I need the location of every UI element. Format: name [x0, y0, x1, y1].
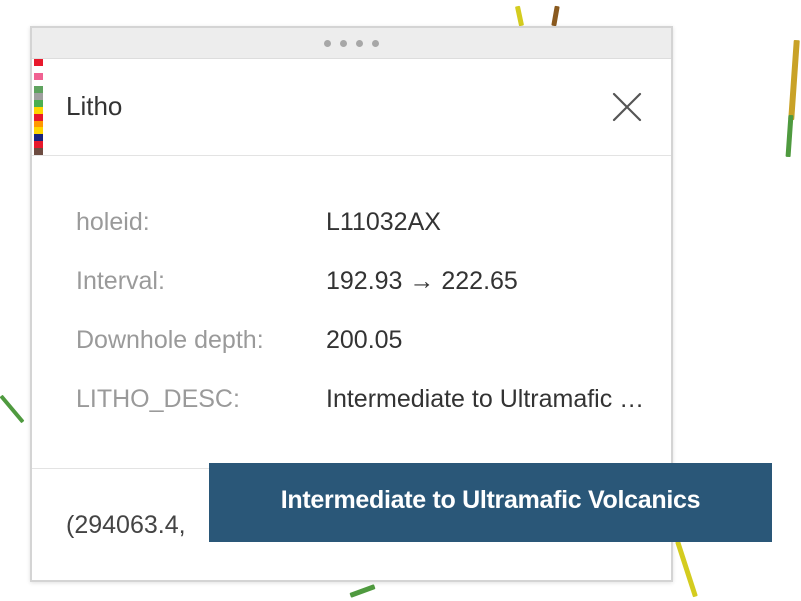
legend-color-segment — [34, 127, 43, 135]
attribute-key: LITHO_DESC: — [76, 385, 240, 413]
legend-color-segment — [34, 59, 43, 66]
drillhole-trace[interactable] — [0, 394, 25, 424]
legend-color-segment — [34, 120, 43, 128]
drillhole-trace[interactable] — [551, 5, 560, 27]
legend-color-segment — [34, 86, 43, 94]
legend-color-segment — [34, 100, 43, 107]
map-viewport[interactable]: Litho holeid: L11032AX Interval: 192.93 … — [0, 0, 801, 601]
drillhole-trace[interactable] — [788, 39, 800, 121]
attribute-list: holeid: L11032AX Interval: 192.93 → 222.… — [76, 206, 666, 442]
close-icon — [612, 92, 642, 122]
attribute-value: L11032AX — [326, 208, 441, 236]
attribute-row: Interval: 192.93 → 222.65 — [76, 265, 666, 324]
drag-handle[interactable] — [32, 28, 671, 59]
attribute-key: Downhole depth: — [76, 326, 264, 354]
legend-color-segment — [34, 79, 43, 87]
drillhole-trace[interactable] — [675, 540, 698, 598]
drag-dots-icon — [324, 39, 379, 47]
legend-color-segment — [34, 72, 43, 80]
popup-header: Litho — [32, 59, 671, 156]
attribute-row[interactable]: LITHO_DESC: Intermediate to Ultramafic V… — [76, 383, 666, 442]
drillhole-trace[interactable] — [514, 5, 525, 27]
legend-color-segment — [34, 106, 43, 114]
attribute-value: 192.93 → 222.65 — [326, 267, 518, 295]
legend-color-segment — [34, 65, 43, 73]
attribute-row: Downhole depth: 200.05 — [76, 324, 666, 383]
litho-legend-swatch — [34, 59, 43, 155]
attribute-value: 200.05 — [326, 326, 403, 354]
drillhole-trace[interactable] — [785, 114, 794, 158]
value-tooltip: Intermediate to Ultramafic Volcanics — [209, 463, 772, 542]
legend-color-segment — [34, 141, 43, 148]
close-button[interactable] — [611, 91, 643, 123]
legend-color-segment — [34, 147, 43, 155]
attribute-row: holeid: L11032AX — [76, 206, 666, 265]
attribute-key: Interval: — [76, 267, 165, 295]
attribute-key: holeid: — [76, 208, 150, 236]
legend-color-segment — [34, 93, 43, 101]
drillhole-trace[interactable] — [349, 584, 376, 598]
legend-color-segment — [34, 134, 43, 142]
attribute-value-litho-desc[interactable]: Intermediate to Ultramafic Volcanics — [326, 383, 646, 415]
popup-title: Litho — [66, 91, 123, 121]
coordinates-readout: (294063.4, — [66, 511, 186, 539]
legend-color-segment — [34, 113, 43, 121]
